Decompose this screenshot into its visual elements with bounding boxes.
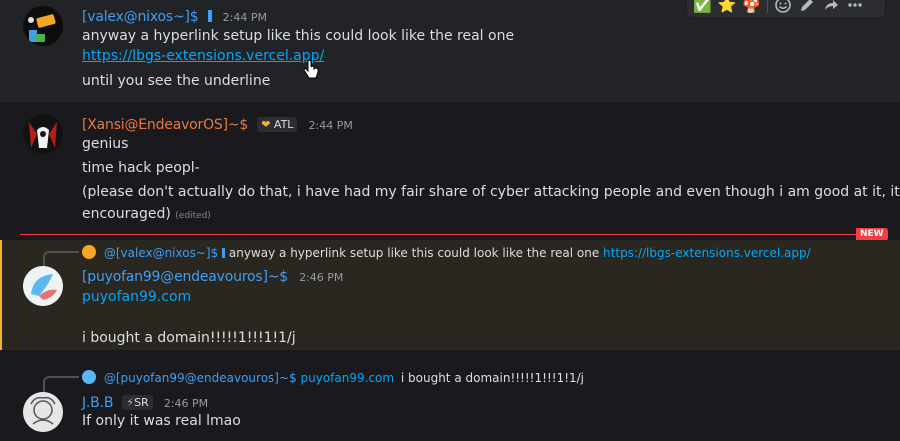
- hand-cursor-icon: [302, 59, 320, 86]
- reply-username[interactable]: @[valex@nixos~]$: [104, 246, 218, 260]
- message-header: [Xansi@EndeavorOS]~$ ❤ ATL 2:44 PM: [82, 114, 353, 133]
- message-text: until you see the underline: [82, 73, 271, 89]
- reply-avatar: [82, 370, 96, 384]
- divider: [767, 0, 769, 13]
- message-header: [valex@nixos~]$ 2:44 PM: [82, 6, 267, 25]
- message-header: J.B.B ⚡SR 2:46 PM: [82, 392, 208, 411]
- message-text: If only it was real lmao: [82, 413, 241, 429]
- message-text: time hack peopl-: [82, 160, 200, 176]
- message-link-line: https://lbgs-extensions.vercel.app/: [82, 48, 324, 64]
- message-jbb[interactable]: @[puyofan99@endeavouros]~$ puyofan99.com…: [0, 362, 900, 441]
- reaction-check-icon[interactable]: ✅: [693, 0, 712, 14]
- username[interactable]: [valex@nixos~]$: [82, 9, 199, 25]
- username[interactable]: [puyofan99@endeavouros]~$: [82, 269, 288, 285]
- add-reaction-icon[interactable]: [774, 0, 792, 14]
- more-icon[interactable]: [846, 0, 864, 14]
- reply-username[interactable]: @[puyofan99@endeavouros]~$: [104, 371, 297, 385]
- heart-icon: ❤: [261, 118, 271, 131]
- timestamp: 2:44 PM: [308, 119, 353, 132]
- forward-icon[interactable]: [822, 0, 840, 14]
- edit-icon[interactable]: [798, 0, 816, 14]
- message-text: encouraged): [82, 206, 171, 222]
- message-header: [puyofan99@endeavouros]~$ 2:46 PM: [82, 266, 343, 285]
- reply-link[interactable]: puyofan99.com: [300, 371, 394, 385]
- message-text: genius: [82, 136, 129, 152]
- reply-avatar: [82, 245, 96, 259]
- message-link-line: puyofan99.com: [82, 289, 191, 305]
- reply-text: anyway a hyperlink setup like this could…: [228, 246, 600, 260]
- badge-label: SR: [134, 396, 149, 409]
- message-puyofan99[interactable]: @[valex@nixos~]$ anyway a hyperlink setu…: [0, 240, 900, 350]
- message-text: i bought a domain!!!!!1!!!1!1/j: [82, 330, 296, 346]
- timestamp: 2:46 PM: [299, 271, 344, 284]
- avatar[interactable]: [23, 6, 63, 46]
- message-xansi[interactable]: [Xansi@EndeavorOS]~$ ❤ ATL 2:44 PM geniu…: [0, 102, 900, 232]
- role-badge[interactable]: ⚡SR: [122, 395, 153, 410]
- status-indicator: [222, 248, 226, 258]
- avatar[interactable]: [23, 266, 63, 306]
- message-text: anyway a hyperlink setup like this could…: [82, 28, 515, 44]
- timestamp: 2:44 PM: [222, 11, 267, 24]
- message-text-wrap: encouraged) (edited): [82, 206, 211, 222]
- avatar[interactable]: [23, 392, 63, 432]
- reply-preview[interactable]: @[valex@nixos~]$ anyway a hyperlink setu…: [82, 245, 811, 260]
- status-indicator: [207, 10, 212, 22]
- reply-text: i bought a domain!!!!!1!!!1!1/j: [400, 371, 585, 385]
- timestamp: 2:46 PM: [163, 397, 209, 410]
- new-messages-divider: [20, 234, 882, 235]
- message-text: (please don't actually do that, i have h…: [82, 184, 900, 200]
- reply-spine: [43, 251, 79, 267]
- message-link[interactable]: https://lbgs-extensions.vercel.app/: [82, 48, 324, 64]
- reply-spine: [43, 376, 79, 392]
- reply-preview[interactable]: @[puyofan99@endeavouros]~$ puyofan99.com…: [82, 370, 584, 385]
- reply-link[interactable]: https://lbgs-extensions.vercel.app/: [603, 246, 811, 260]
- reaction-mushroom-icon[interactable]: 🍄: [742, 0, 761, 14]
- avatar[interactable]: [23, 114, 63, 154]
- message-valex[interactable]: [valex@nixos~]$ 2:44 PM anyway a hyperli…: [0, 0, 900, 102]
- message-action-toolbar: ✅ ⭐ 🍄: [686, 0, 886, 18]
- badge-label: ATL: [273, 118, 294, 131]
- lightning-icon: ⚡: [126, 396, 135, 409]
- message-link[interactable]: puyofan99.com: [82, 289, 191, 305]
- username[interactable]: J.B.B: [82, 395, 113, 411]
- role-badge[interactable]: ❤ ATL: [257, 117, 298, 132]
- username[interactable]: [Xansi@EndeavorOS]~$: [82, 117, 248, 133]
- reaction-star-icon[interactable]: ⭐: [718, 0, 737, 14]
- edited-label: (edited): [175, 211, 211, 221]
